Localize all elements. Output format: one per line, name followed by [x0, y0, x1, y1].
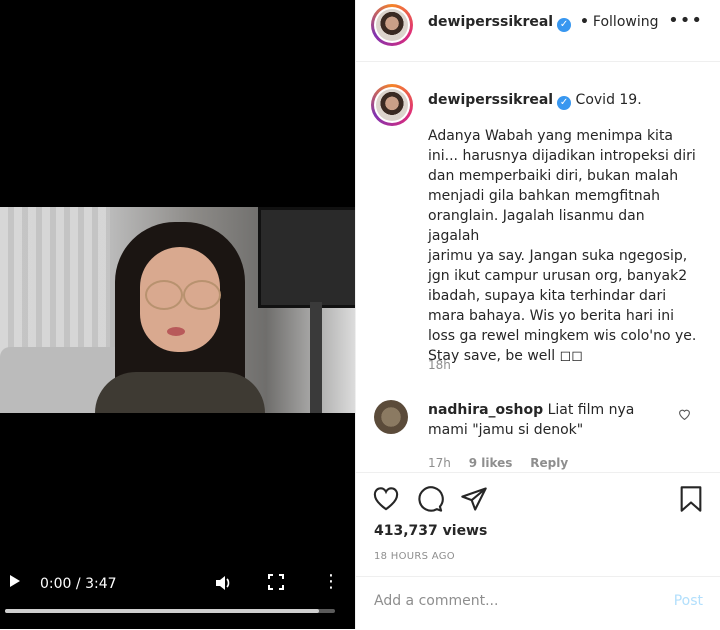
time-separator: / [71, 576, 86, 592]
header-avatar[interactable] [371, 4, 413, 46]
add-comment-input[interactable]: Add a comment... [374, 593, 498, 609]
video-time: 0:00 / 3:47 [40, 574, 117, 594]
background-tv-stand [310, 302, 322, 413]
verified-badge-icon: ✓ [557, 96, 572, 110]
caption-username[interactable]: dewiperssikreal [428, 92, 553, 108]
caption-user-line: dewiperssikreal ✓ Covid 19. [428, 90, 698, 110]
glasses-left [145, 280, 183, 310]
add-comment-bar: Add a comment... Post [356, 576, 720, 630]
post-side-panel: dewiperssikreal ✓ • Following ••• dewipers… [355, 0, 720, 629]
video-more-icon[interactable]: ⋮ [322, 572, 340, 592]
caption-timestamp[interactable]: 18h [428, 358, 451, 372]
comment-item: nadhira_oshop Liat film nya mami "jamu s… [356, 392, 720, 472]
comment-bubble-icon[interactable] [416, 485, 444, 513]
instagram-post-modal: 0:00 / 3:47 ⋮ dewiperssikreal ✓ • Followin… [0, 0, 720, 629]
post-header: dewiperssikreal ✓ • Following ••• [356, 0, 720, 62]
person-shirt [95, 372, 265, 413]
post-timestamp[interactable]: 18 HOURS AGO [374, 551, 455, 562]
glasses-right [183, 280, 221, 310]
caption-avatar[interactable] [371, 84, 413, 126]
more-options-icon[interactable]: ••• [668, 10, 703, 31]
avatar-image [376, 89, 408, 121]
video-frame[interactable] [0, 207, 355, 413]
avatar-ring-inner [374, 87, 410, 123]
caption-title: Covid 19. [575, 92, 642, 108]
header-username[interactable]: dewiperssikreal [428, 14, 553, 30]
commenter-username[interactable]: nadhira_oshop [428, 402, 543, 418]
comment-time[interactable]: 17h [428, 456, 451, 470]
post-actions: 413,737 views 18 HOURS AGO [356, 472, 720, 577]
person-mouth [167, 327, 185, 336]
header-user-line: dewiperssikreal ✓ • Following [428, 14, 659, 32]
like-heart-icon[interactable] [372, 485, 400, 513]
video-player[interactable]: 0:00 / 3:47 ⋮ [0, 0, 355, 629]
comment-text-line: nadhira_oshop Liat film nya mami "jamu s… [428, 400, 666, 440]
following-button[interactable]: Following [593, 14, 659, 30]
avatar-image [376, 9, 408, 41]
video-controls: 0:00 / 3:47 ⋮ [0, 560, 355, 629]
fullscreen-icon[interactable] [268, 574, 284, 596]
current-time: 0:00 [40, 576, 72, 592]
verified-badge-icon: ✓ [557, 18, 572, 32]
separator-dot: • [579, 14, 589, 30]
commenter-avatar[interactable] [374, 400, 408, 434]
share-paper-plane-icon[interactable] [460, 485, 488, 513]
comment-likes[interactable]: 9 likes [469, 456, 513, 470]
background-tv [258, 207, 355, 308]
comment-reply-button[interactable]: Reply [530, 456, 568, 470]
comment-meta: 17h 9 likes Reply [428, 456, 582, 470]
save-bookmark-icon[interactable] [679, 485, 707, 513]
volume-icon[interactable] [214, 574, 232, 598]
comment-like-heart-icon[interactable] [678, 408, 691, 423]
play-icon[interactable] [10, 575, 20, 587]
view-count[interactable]: 413,737 views [374, 523, 487, 539]
avatar-ring-inner [374, 7, 410, 43]
post-comment-button[interactable]: Post [674, 593, 703, 609]
video-person [95, 222, 265, 413]
video-buffered-fill [5, 609, 319, 613]
duration: 3:47 [85, 576, 117, 592]
video-progress-bar[interactable] [5, 609, 335, 613]
caption-text: Adanya Wabah yang menimpa kita ini... ha… [428, 128, 697, 364]
